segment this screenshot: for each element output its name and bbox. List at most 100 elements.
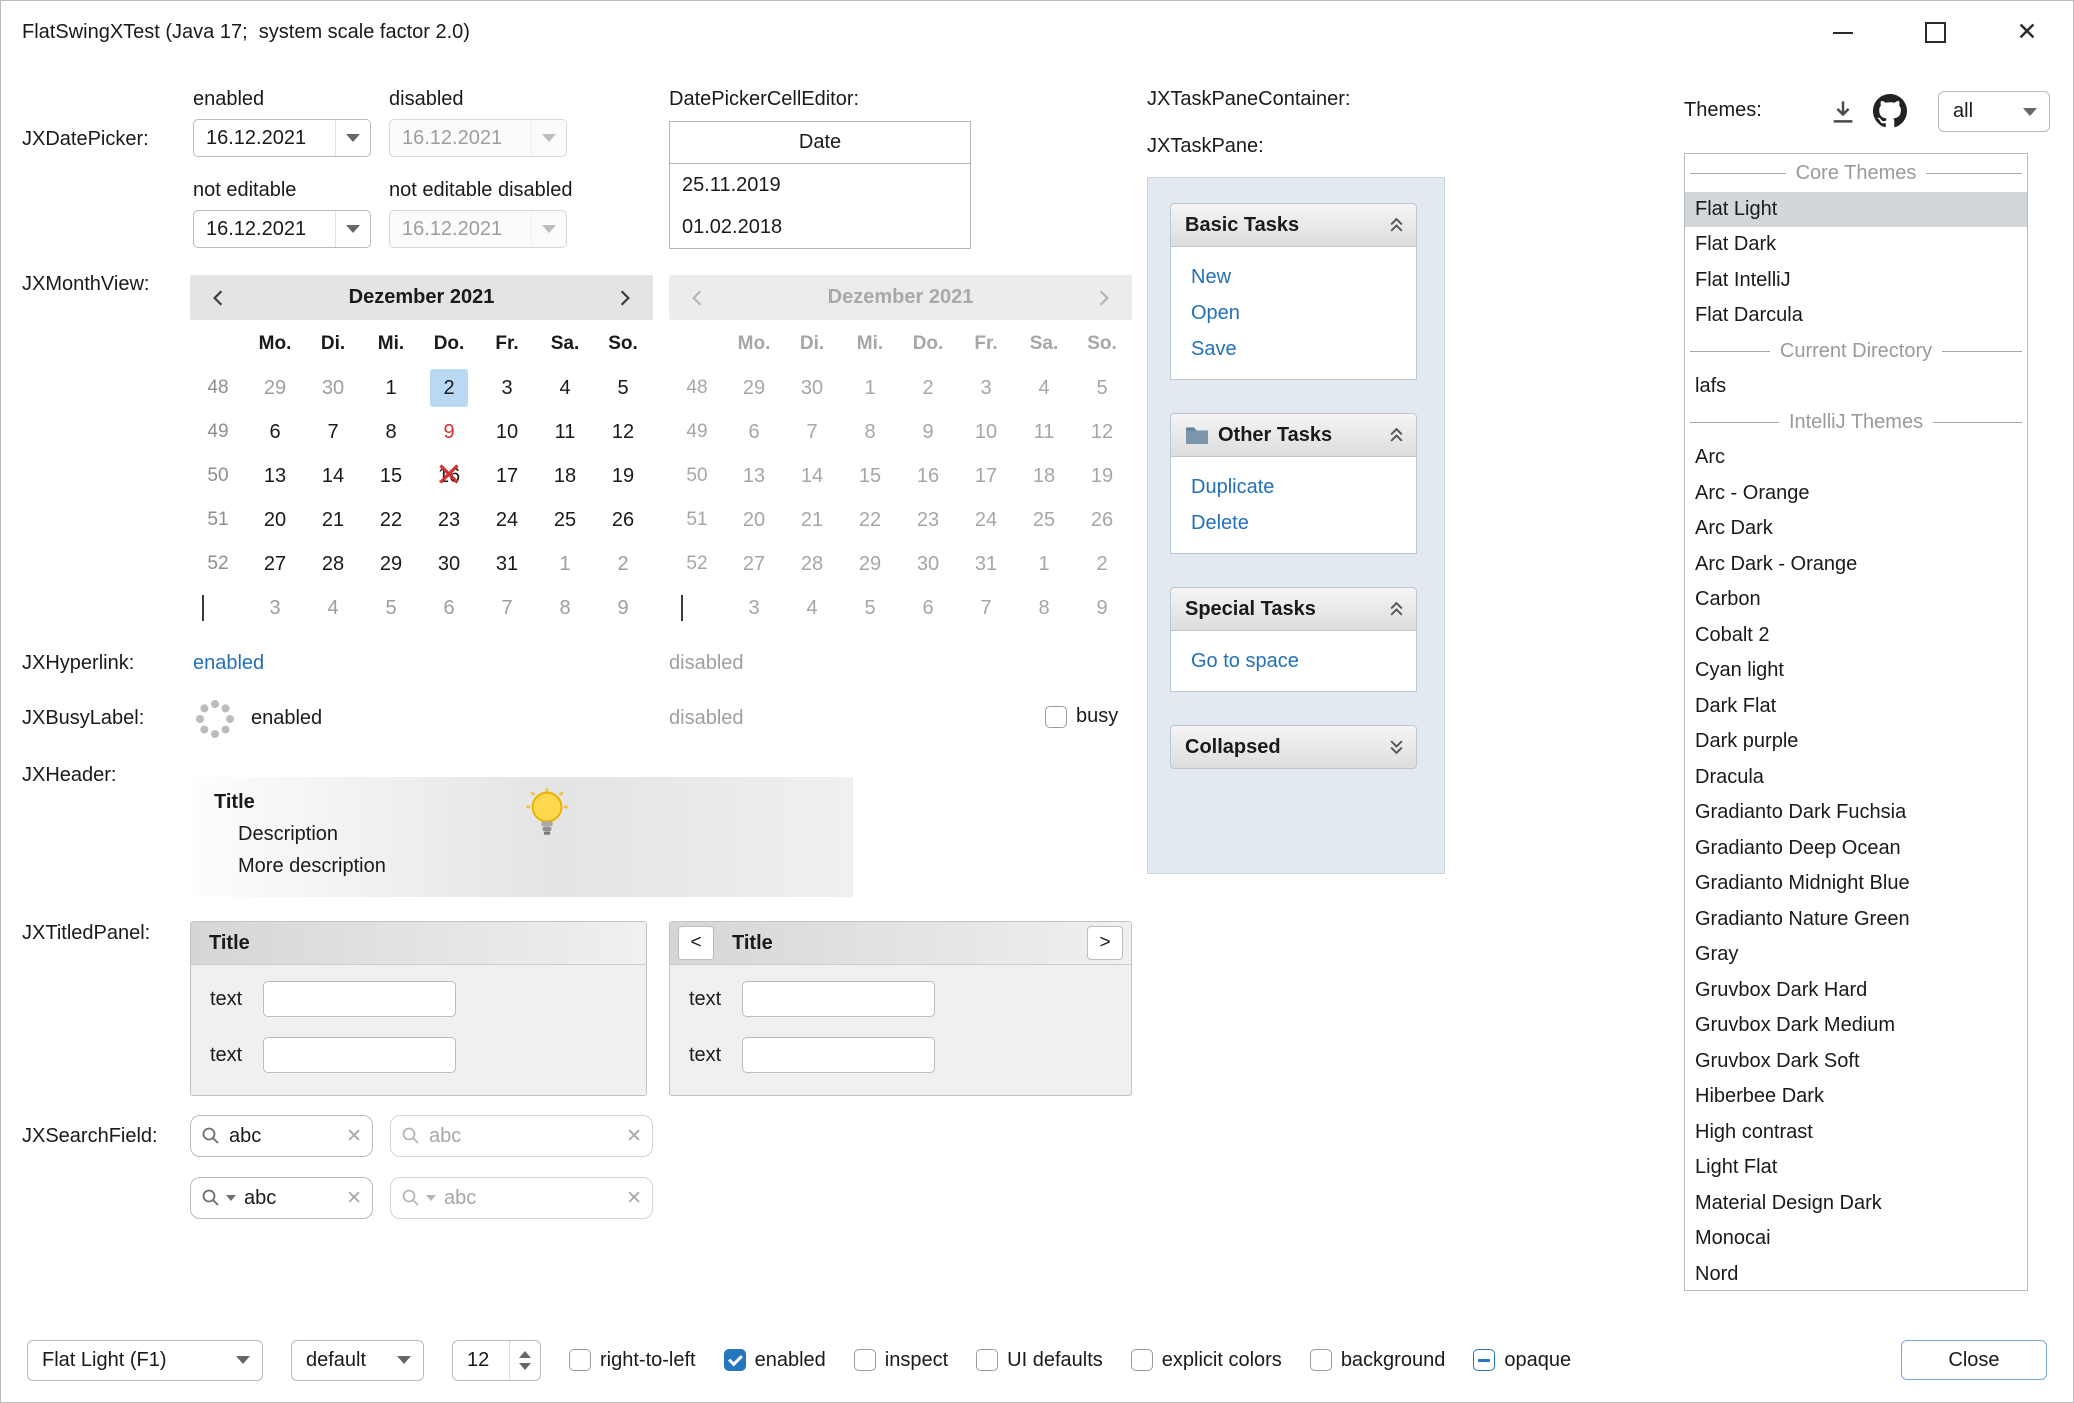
download-icon[interactable] [1828, 97, 1858, 127]
calendar-day[interactable]: 3 [246, 586, 304, 630]
checkbox-box[interactable] [854, 1349, 876, 1371]
table-row[interactable]: 01.02.2018 [670, 206, 970, 248]
clear-icon[interactable]: ✕ [346, 1187, 362, 1210]
calendar-day[interactable]: 23 [420, 498, 478, 542]
theme-list-item[interactable]: Flat Dark [1685, 227, 2027, 263]
calendar-day[interactable]: 14 [304, 454, 362, 498]
theme-list-item[interactable]: Monocai [1685, 1221, 2027, 1257]
text-field[interactable] [742, 1037, 935, 1073]
calendar-day[interactable]: 26 [594, 498, 652, 542]
spinner-buttons[interactable] [509, 1341, 540, 1380]
collapse-icon[interactable] [1389, 217, 1404, 233]
theme-list-item[interactable]: Flat IntelliJ [1685, 263, 2027, 299]
next-button[interactable]: > [1087, 926, 1123, 960]
calendar-day[interactable]: 13 [246, 454, 304, 498]
checkbox-box[interactable] [976, 1349, 998, 1371]
calendar-day[interactable]: 5 [594, 366, 652, 410]
calendar-day[interactable]: 15 [362, 454, 420, 498]
calendar-day[interactable]: 25 [536, 498, 594, 542]
calendar-day[interactable]: 2 [594, 542, 652, 586]
calendar-day[interactable]: 5 [362, 586, 420, 630]
theme-list-item[interactable]: Gruvbox Dark Soft [1685, 1044, 2027, 1080]
calendar-day[interactable]: 17 [478, 454, 536, 498]
calendar-day[interactable]: 28 [304, 542, 362, 586]
taskpane-link[interactable]: New [1191, 259, 1416, 295]
taskpane-link[interactable]: Duplicate [1191, 469, 1416, 505]
theme-list-item[interactable]: Gradianto Midnight Blue [1685, 866, 2027, 902]
checkbox-box[interactable] [1310, 1349, 1332, 1371]
calendar-day[interactable]: 3 [478, 366, 536, 410]
calendar-day[interactable]: 6 [420, 586, 478, 630]
calendar-day[interactable]: 4 [304, 586, 362, 630]
theme-list-item[interactable]: Cyan light [1685, 653, 2027, 689]
calendar-day[interactable]: 19 [594, 454, 652, 498]
theme-list-item[interactable]: Gray [1685, 937, 2027, 973]
theme-list-item[interactable]: lafs [1685, 369, 2027, 405]
datepicker-dropdown-button[interactable] [335, 120, 370, 156]
close-dialog-button[interactable]: Close [1901, 1340, 2047, 1380]
clear-icon[interactable]: ✕ [346, 1125, 362, 1148]
table-row[interactable]: 25.11.2019 [670, 164, 970, 206]
theme-list-item[interactable]: Arc - Orange [1685, 476, 2027, 512]
github-icon[interactable] [1873, 94, 1907, 128]
theme-list-item[interactable]: Arc Dark - Orange [1685, 547, 2027, 583]
calendar-day[interactable]: 4 [536, 366, 594, 410]
calendar-day[interactable]: 30 [420, 542, 478, 586]
font-size-spinner[interactable]: 12 [452, 1340, 541, 1381]
datepicker-enabled[interactable]: 16.12.2021 [193, 119, 371, 157]
theme-list-item[interactable]: Flat Light [1685, 192, 2027, 228]
taskpane-title[interactable]: Special Tasks [1170, 587, 1417, 631]
checkbox-background[interactable]: background [1310, 1349, 1446, 1372]
datepicker-value[interactable]: 16.12.2021 [194, 127, 335, 150]
calendar-day[interactable]: 20 [246, 498, 304, 542]
checkbox-explicit-colors[interactable]: explicit colors [1131, 1349, 1282, 1372]
theme-list-item[interactable]: Gradianto Deep Ocean [1685, 831, 2027, 867]
taskpane-link[interactable]: Delete [1191, 505, 1416, 541]
theme-list-item[interactable]: Carbon [1685, 582, 2027, 618]
checkbox-box[interactable] [569, 1349, 591, 1371]
calendar-day[interactable]: 12 [594, 410, 652, 454]
laf-combobox[interactable]: Flat Light (F1) [27, 1340, 263, 1381]
theme-list-item[interactable]: Dracula [1685, 760, 2027, 796]
calendar-day[interactable]: 22 [362, 498, 420, 542]
next-month-button[interactable] [597, 289, 653, 307]
theme-list-item[interactable]: Gradianto Dark Fuchsia [1685, 795, 2027, 831]
calendar-day[interactable]: 8 [536, 586, 594, 630]
minimize-button[interactable] [1797, 1, 1889, 64]
checkbox-busy[interactable]: busy [1045, 705, 1118, 728]
checkbox-box[interactable] [1045, 706, 1067, 728]
calendar-day[interactable]: 7 [478, 586, 536, 630]
taskpane-title[interactable]: Basic Tasks [1170, 203, 1417, 247]
calendar-day[interactable]: 30 [304, 366, 362, 410]
taskpane-link[interactable]: Open [1191, 295, 1416, 331]
checkbox-box[interactable] [724, 1349, 746, 1371]
taskpane-title[interactable]: Collapsed [1170, 725, 1417, 769]
datepicker-not-editable[interactable]: 16.12.2021 [193, 210, 371, 248]
prev-button[interactable]: < [678, 926, 714, 960]
theme-list-item[interactable]: Gruvbox Dark Medium [1685, 1008, 2027, 1044]
collapse-icon[interactable] [1389, 427, 1404, 443]
search-field[interactable]: ✕ [190, 1115, 373, 1157]
calendar-day[interactable]: 21 [304, 498, 362, 542]
theme-list-item[interactable]: Gradianto Nature Green [1685, 902, 2027, 938]
calendar-day[interactable]: 29 [362, 542, 420, 586]
text-field[interactable] [742, 981, 935, 1017]
theme-list-item[interactable]: Cobalt 2 [1685, 618, 2027, 654]
theme-list-item[interactable]: Hiberbee Dark [1685, 1079, 2027, 1115]
search-menu-caret-icon[interactable] [226, 1195, 236, 1201]
theme-list-item[interactable]: Gruvbox Dark Hard [1685, 973, 2027, 1009]
theme-list-item[interactable]: Nord [1685, 1257, 2027, 1292]
checkbox-enabled[interactable]: enabled [724, 1349, 826, 1372]
calendar-day[interactable]: 27 [246, 542, 304, 586]
checkbox-inspect[interactable]: inspect [854, 1349, 948, 1372]
calendar-day[interactable]: 1 [362, 366, 420, 410]
checkbox-ui-defaults[interactable]: UI defaults [976, 1349, 1103, 1372]
text-field[interactable] [263, 981, 456, 1017]
checkbox-right-to-left[interactable]: right-to-left [569, 1349, 696, 1372]
calendar-day[interactable]: 7 [304, 410, 362, 454]
calendar-day[interactable]: 18 [536, 454, 594, 498]
taskpane-title[interactable]: Other Tasks [1170, 413, 1417, 457]
calendar-day[interactable]: 16 [420, 454, 478, 498]
calendar-day[interactable]: 10 [478, 410, 536, 454]
search-field-with-menu[interactable]: ✕ [190, 1177, 373, 1219]
